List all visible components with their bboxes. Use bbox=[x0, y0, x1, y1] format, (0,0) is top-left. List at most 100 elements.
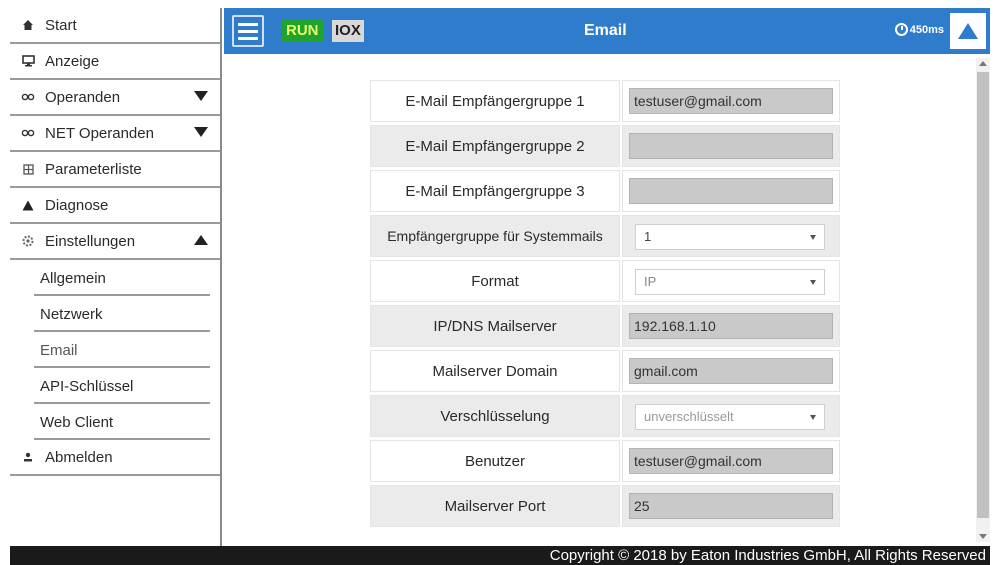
sidebar: Start Anzeige Operanden NET Operanden Pa… bbox=[10, 8, 222, 546]
system-mail-group-select[interactable]: 1 bbox=[635, 224, 825, 250]
sidebar-item-net-operanden[interactable]: NET Operanden bbox=[10, 116, 220, 152]
user-label: Benutzer bbox=[370, 440, 620, 482]
app-window: Start Anzeige Operanden NET Operanden Pa… bbox=[0, 0, 996, 565]
submenu-item-label: Email bbox=[40, 341, 78, 359]
form-row: Verschlüsselung unverschlüsselt bbox=[370, 395, 842, 439]
value-cell: 192.168.1.10 bbox=[622, 305, 840, 347]
submenu-item-allgemein[interactable]: Allgemein bbox=[10, 260, 220, 296]
submenu-item-api-schluessel[interactable]: API-Schlüssel bbox=[10, 368, 220, 404]
form-row: Benutzer testuser@gmail.com bbox=[370, 440, 842, 484]
home-icon bbox=[21, 19, 35, 31]
form-row: Mailserver Domain gmail.com bbox=[370, 350, 842, 394]
form-row: IP/DNS Mailserver 192.168.1.10 bbox=[370, 305, 842, 349]
submenu-item-label: API-Schlüssel bbox=[40, 377, 134, 395]
mail-port-input[interactable]: 25 bbox=[629, 493, 833, 519]
gear-icon bbox=[21, 235, 35, 247]
encryption-select[interactable]: unverschlüsselt bbox=[635, 404, 825, 430]
form-row: E-Mail Empfängergruppe 2 bbox=[370, 125, 842, 169]
monitor-icon bbox=[21, 55, 35, 67]
sidebar-item-einstellungen[interactable]: Einstellungen bbox=[10, 224, 220, 260]
run-status-badge: RUN bbox=[282, 20, 323, 42]
mail-domain-input[interactable]: gmail.com bbox=[629, 358, 833, 384]
submenu-item-email[interactable]: Email bbox=[10, 332, 220, 368]
sidebar-item-label: Operanden bbox=[45, 88, 121, 106]
mail-server-label: IP/DNS Mailserver bbox=[370, 305, 620, 347]
encryption-label: Verschlüsselung bbox=[370, 395, 620, 437]
footer-copyright: Copyright © 2018 by Eaton Industries Gmb… bbox=[10, 546, 990, 565]
scrollbar-thumb[interactable] bbox=[977, 72, 989, 518]
submenu-item-label: Allgemein bbox=[40, 269, 106, 287]
form-row: Format IP bbox=[370, 260, 842, 304]
link-icon bbox=[21, 129, 35, 137]
form-row: Mailserver Port 25 bbox=[370, 485, 842, 529]
sidebar-item-operanden[interactable]: Operanden bbox=[10, 80, 220, 116]
submenu-item-netzwerk[interactable]: Netzwerk bbox=[10, 296, 220, 332]
top-bar: RUN IOX Email 450ms bbox=[224, 8, 990, 54]
value-cell bbox=[622, 125, 840, 167]
value-cell bbox=[622, 170, 840, 212]
sidebar-item-label: NET Operanden bbox=[45, 124, 154, 142]
value-cell: 25 bbox=[622, 485, 840, 527]
cycle-time-indicator: 450ms bbox=[894, 23, 944, 36]
sidebar-item-label: Anzeige bbox=[45, 52, 100, 70]
value-cell: 1 bbox=[622, 215, 840, 257]
link-icon bbox=[21, 93, 35, 101]
user-input[interactable]: testuser@gmail.com bbox=[629, 448, 833, 474]
submenu-item-web-client[interactable]: Web Client bbox=[10, 404, 220, 440]
iox-status-badge: IOX bbox=[332, 20, 364, 42]
select-value: IP bbox=[644, 274, 657, 289]
scroll-down-arrow-icon[interactable] bbox=[979, 534, 987, 539]
sidebar-item-label: Diagnose bbox=[45, 196, 109, 214]
sidebar-item-start[interactable]: Start bbox=[10, 8, 220, 44]
format-select[interactable]: IP bbox=[635, 269, 825, 295]
chevron-up-icon[interactable] bbox=[194, 235, 208, 245]
sidebar-item-label: Abmelden bbox=[45, 448, 113, 466]
warning-icon bbox=[21, 200, 35, 211]
hamburger-menu-icon[interactable] bbox=[232, 15, 264, 47]
value-cell: testuser@gmail.com bbox=[622, 80, 840, 122]
vertical-scrollbar[interactable] bbox=[976, 58, 990, 542]
form-row: E-Mail Empfängergruppe 1 testuser@gmail.… bbox=[370, 80, 842, 124]
mail-port-label: Mailserver Port bbox=[370, 485, 620, 527]
email-settings-form: E-Mail Empfängergruppe 1 testuser@gmail.… bbox=[370, 80, 842, 530]
value-cell: testuser@gmail.com bbox=[622, 440, 840, 482]
mail-domain-label: Mailserver Domain bbox=[370, 350, 620, 392]
system-mail-group-label: Empfängergruppe für Systemmails bbox=[370, 215, 620, 257]
clock-icon bbox=[894, 23, 908, 36]
caret-down-icon bbox=[810, 415, 816, 420]
logout-icon bbox=[21, 451, 35, 463]
caret-down-icon bbox=[810, 235, 816, 240]
value-cell: gmail.com bbox=[622, 350, 840, 392]
sidebar-item-parameterliste[interactable]: Parameterliste bbox=[10, 152, 220, 188]
submenu-item-label: Netzwerk bbox=[40, 305, 103, 323]
recipient-group-1-input[interactable]: testuser@gmail.com bbox=[629, 88, 833, 114]
form-row: E-Mail Empfängergruppe 3 bbox=[370, 170, 842, 214]
select-value: unverschlüsselt bbox=[644, 409, 734, 424]
scroll-top-button[interactable] bbox=[950, 13, 986, 49]
form-row: Empfängergruppe für Systemmails 1 bbox=[370, 215, 842, 259]
recipient-group-3-label: E-Mail Empfängergruppe 3 bbox=[370, 170, 620, 212]
sidebar-item-label: Parameterliste bbox=[45, 160, 142, 178]
scroll-up-arrow-icon[interactable] bbox=[979, 61, 987, 66]
sidebar-item-abmelden[interactable]: Abmelden bbox=[10, 440, 220, 476]
mail-server-input[interactable]: 192.168.1.10 bbox=[629, 313, 833, 339]
recipient-group-2-label: E-Mail Empfängergruppe 2 bbox=[370, 125, 620, 167]
value-cell: IP bbox=[622, 260, 840, 302]
cycle-time-value: 450ms bbox=[909, 23, 944, 36]
sidebar-item-label: Start bbox=[45, 16, 77, 34]
format-label: Format bbox=[370, 260, 620, 302]
caret-down-icon bbox=[810, 280, 816, 285]
table-icon bbox=[21, 163, 35, 175]
chevron-down-icon[interactable] bbox=[194, 127, 208, 137]
sidebar-item-anzeige[interactable]: Anzeige bbox=[10, 44, 220, 80]
recipient-group-3-input[interactable] bbox=[629, 178, 833, 204]
sidebar-item-diagnose[interactable]: Diagnose bbox=[10, 188, 220, 224]
recipient-group-2-input[interactable] bbox=[629, 133, 833, 159]
recipient-group-1-label: E-Mail Empfängergruppe 1 bbox=[370, 80, 620, 122]
sidebar-item-label: Einstellungen bbox=[45, 232, 136, 250]
select-value: 1 bbox=[644, 229, 652, 244]
chevron-down-icon[interactable] bbox=[194, 91, 208, 101]
submenu-item-label: Web Client bbox=[40, 413, 114, 431]
value-cell: unverschlüsselt bbox=[622, 395, 840, 437]
arrow-up-icon bbox=[958, 23, 978, 39]
